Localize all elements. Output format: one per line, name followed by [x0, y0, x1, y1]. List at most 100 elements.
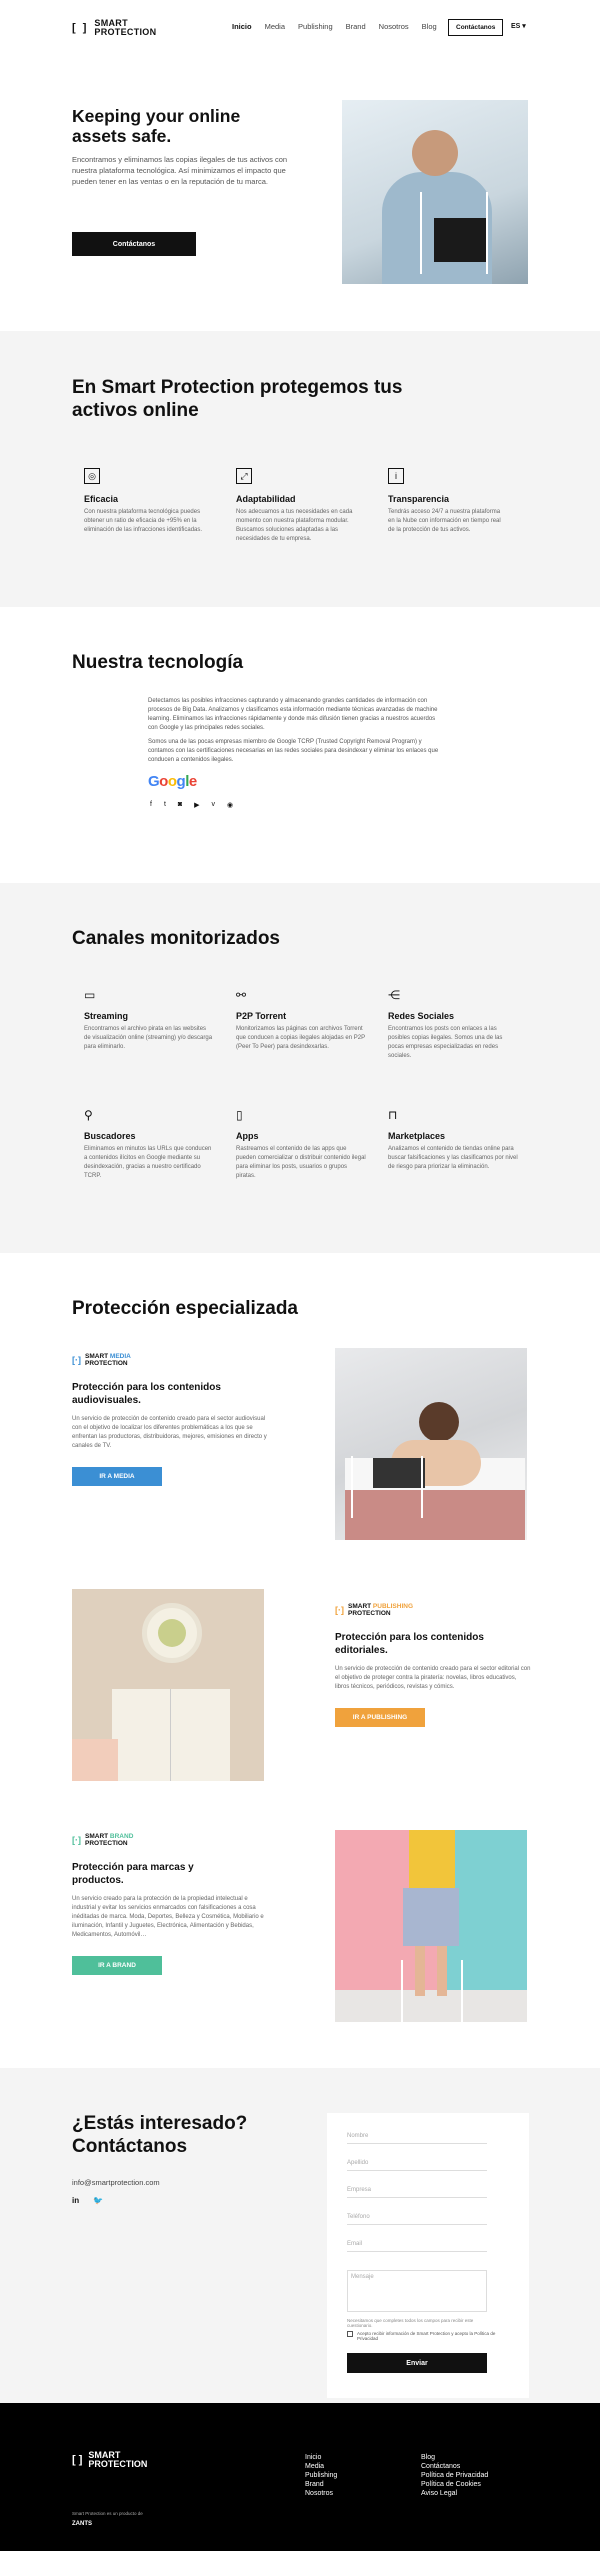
value-text: Nos adecuamos a tus necesidades en cada …	[236, 509, 353, 542]
value-title: Adaptabilidad	[236, 494, 296, 504]
nav-publishing[interactable]: Publishing	[298, 22, 333, 31]
footer-link[interactable]: Publishing	[305, 2471, 337, 2480]
brand-text: Un servicio creado para la protección de…	[72, 1896, 264, 1938]
info-icon: i	[388, 468, 404, 484]
nav-inicio[interactable]: Inicio	[232, 22, 252, 31]
technology-section: Nuestra tecnología Detectamos las posibl…	[0, 607, 600, 883]
technology-paragraph-2: Somos una de las pocas empresas miembro …	[148, 739, 439, 763]
logo-brackets: [ ]	[72, 2454, 83, 2466]
phone-icon: ▯	[236, 1108, 243, 1122]
channel-streaming: ▭ Streaming Encontramos el archivo pirat…	[84, 988, 214, 1052]
footer-link[interactable]: Contáctanos	[421, 2462, 488, 2471]
brand-logo: [·] SMART BRAND PROTECTION	[72, 1833, 134, 1847]
channel-title: Redes Sociales	[388, 1011, 455, 1021]
hero-section: Keeping your online assets safe. Encontr…	[0, 56, 600, 331]
channels-title: Canales monitorizados	[72, 928, 280, 949]
channel-title: Buscadores	[84, 1131, 136, 1141]
footer-link[interactable]: Inicio	[305, 2453, 337, 2462]
phone-field[interactable]: Teléfono	[347, 2214, 487, 2225]
expand-icon: ⤢	[236, 468, 252, 484]
hero-title: Keeping your online assets safe.	[72, 106, 241, 146]
contact-section: ¿Estás interesado? Contáctanos info@smar…	[0, 2068, 600, 2403]
publishing-block: [·] SMART PUBLISHING PROTECTION Protecció…	[335, 1603, 531, 1727]
instagram-icon: ◙	[177, 801, 183, 808]
product-of-label: Smart Protection es un producto de	[72, 2511, 143, 2516]
technology-socials: f t ◙ ▶ v ◉	[150, 801, 233, 809]
footer-link[interactable]: Media	[305, 2462, 337, 2471]
google-logo: Google	[148, 773, 197, 790]
header: [ ] SMART PROTECTION Inicio Media Publish…	[0, 0, 600, 56]
footer-link[interactable]: Blog	[421, 2453, 488, 2462]
email-field[interactable]: Email	[347, 2241, 487, 2252]
logo-protection: PROTECTION	[348, 1610, 391, 1617]
channel-apps: ▯ Apps Rastreamos el contenido de las ap…	[236, 1108, 366, 1181]
hero-text: Encontramos y eliminamos las copias ileg…	[72, 155, 288, 186]
value-title: Transparencia	[388, 494, 450, 504]
publishing-logo: [·] SMART PUBLISHING PROTECTION	[335, 1603, 414, 1617]
publishing-image	[72, 1589, 264, 1781]
bag-icon: ⊓	[388, 1108, 398, 1122]
footer-link[interactable]: Política de Cookies	[421, 2480, 488, 2489]
channel-text: Eliminamos en minutos las URLs que condu…	[84, 1146, 212, 1179]
media-logo: [·] SMART MEDIA PROTECTION	[72, 1353, 131, 1367]
footer-logo[interactable]: [ ] SMART PROTECTION	[72, 2451, 147, 2469]
youtube-icon: ▶	[194, 802, 200, 809]
value-eficacia: ◎ Eficacia Con nuestra plataforma tecnol…	[84, 468, 204, 535]
nav-blog[interactable]: Blog	[422, 22, 437, 31]
brand-title: Protección para marcas y productos.	[72, 1862, 194, 1886]
consent-checkbox[interactable]	[347, 2331, 353, 2337]
logo-protection: PROTECTION	[85, 1360, 128, 1367]
protection-section: Protección especializada [·] SMART MEDIA…	[0, 1253, 600, 2068]
publishing-text: Un servicio de protección de contenido c…	[335, 1666, 531, 1690]
hero-contact-button[interactable]: Contáctanos	[72, 232, 196, 256]
logo-smart: SMART	[85, 1353, 109, 1360]
channel-text: Monitorizamos las páginas con archivos T…	[236, 1026, 365, 1050]
footer-nav-2: Blog Contáctanos Política de Privacidad …	[421, 2453, 488, 2498]
nav-brand[interactable]: Brand	[346, 22, 366, 31]
other-social-icon: ◉	[227, 802, 234, 809]
twitter-icon: t	[163, 801, 166, 808]
footer-link[interactable]: Brand	[305, 2480, 337, 2489]
brand-button[interactable]: IR A BRAND	[72, 1956, 162, 1975]
footer-link[interactable]: Aviso Legal	[421, 2489, 488, 2498]
footer-link[interactable]: Nosotros	[305, 2489, 337, 2498]
publishing-button[interactable]: IR A PUBLISHING	[335, 1708, 425, 1727]
header-contact-button[interactable]: Contáctanos	[448, 19, 504, 36]
zanta-logo[interactable]: ZANTS	[72, 2521, 92, 2527]
media-button[interactable]: IR A MEDIA	[72, 1467, 162, 1486]
channel-text: Encontramos el archivo pirata en las web…	[84, 1026, 213, 1050]
channel-text: Encontramos los posts con enlaces a las …	[388, 1026, 503, 1059]
logo-line2: PROTECTION	[94, 27, 157, 37]
media-title: Protección para los contenidos audiovisu…	[72, 1382, 221, 1406]
contact-socials: in 🐦	[72, 2196, 103, 2205]
target-icon: ◎	[84, 468, 100, 484]
send-button[interactable]: Enviar	[347, 2353, 487, 2373]
message-field[interactable]: Mensaje	[347, 2270, 487, 2312]
main-nav: Inicio Media Publishing Brand Nosotros B…	[232, 22, 450, 31]
linkedin-icon[interactable]: in	[72, 2196, 79, 2205]
form-note: Necesitamos que completes todos los camp…	[347, 2318, 474, 2328]
brand-block: [·] SMART BRAND PROTECTION Protección par…	[72, 1833, 268, 1975]
value-title: Eficacia	[84, 494, 119, 504]
logo-smart: SMART	[85, 1833, 109, 1840]
share-icon: ⋲	[388, 988, 400, 1002]
value-text: Tendrás acceso 24/7 a nuestra plataforma…	[388, 509, 501, 533]
p2p-icon: ⚯	[236, 988, 247, 1002]
twitter-icon[interactable]: 🐦	[93, 2196, 103, 2205]
company-field[interactable]: Empresa	[347, 2187, 487, 2198]
surname-field[interactable]: Apellido	[347, 2160, 487, 2171]
channels-section: Canales monitorizados ▭ Streaming Encont…	[0, 883, 600, 1253]
values-title: En Smart Protection protegemos tus activ…	[72, 377, 403, 421]
contact-email[interactable]: info@smartprotection.com	[72, 2178, 160, 2187]
logo[interactable]: [ ] SMART PROTECTION	[72, 19, 156, 37]
media-text: Un servicio de protección de contenido c…	[72, 1416, 267, 1449]
facebook-icon: f	[150, 801, 152, 808]
vimeo-icon: v	[211, 801, 216, 808]
footer-link[interactable]: Política de Privacidad	[421, 2471, 488, 2480]
nav-nosotros[interactable]: Nosotros	[379, 22, 409, 31]
name-field[interactable]: Nombre	[347, 2133, 487, 2144]
channel-title: Streaming	[84, 1011, 129, 1021]
language-selector[interactable]: ES ▾	[511, 22, 526, 30]
nav-media[interactable]: Media	[265, 22, 285, 31]
contact-title: ¿Estás interesado? Contáctanos	[72, 2113, 248, 2157]
